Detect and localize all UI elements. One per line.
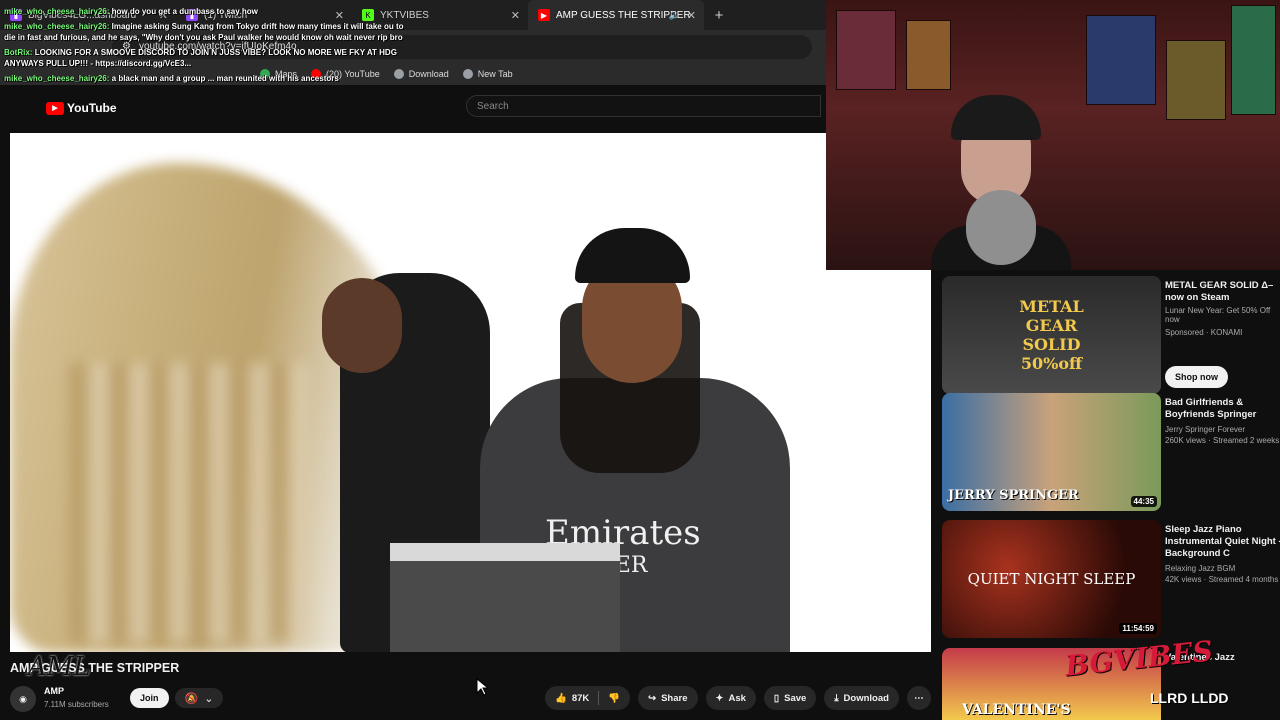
thumbs-up-icon: 👍 [555,692,567,704]
recommendation-item[interactable]: QUIET NIGHT SLEEP 11:54:59 Sleep Jazz Pi… [942,520,1280,638]
speaker-icon[interactable]: 🔈 [669,10,680,21]
sparkle-icon: ✦ [715,692,724,704]
chat-text: LOOKING FOR A SMOOVE DISCORD TO JOIN N J… [4,48,397,68]
stream-chat-overlay: mike_who_cheese_hairy26: how do you get … [4,6,404,88]
recommendation-channel: Relaxing Jazz BGM [1165,564,1236,573]
recommendation-stats: 260K views · Streamed 2 weeks [1165,436,1280,445]
duration-badge: 44:35 [1130,496,1157,507]
bookmark-icon: ▯ [773,692,780,704]
chat-user: mike_who_cheese_hairy26: [4,7,110,16]
channel-avatar[interactable]: ◉ [10,686,36,712]
search-placeholder: Search [477,101,509,112]
bookmark-new-tab[interactable]: New Tab [462,69,513,79]
join-button[interactable]: Join [130,688,169,708]
more-actions-button[interactable]: ⋯ [906,686,931,710]
tab-youtube-active[interactable]: ▶ AMP GUESS THE STRIPPER 🔈 ✕ [528,0,704,30]
chat-user: BotRix: [4,48,33,57]
chat-message: mike_who_cheese_hairy26: how do you get … [4,6,404,17]
recommendation-stats: 42K views · Streamed 4 months [1165,575,1279,584]
streamer-beanie [951,95,1041,140]
thumbnail[interactable]: JERRY SPRINGER 44:35 [942,393,1161,511]
recommendation-item[interactable]: JERRY SPRINGER 44:35 Bad Girlfriends & B… [942,393,1280,511]
wall-poster [836,10,896,90]
recommendation-stats: Lunar New Year: Get 50% Off now [1165,306,1271,324]
chat-user: mike_who_cheese_hairy26: [4,22,110,31]
recommendation-ad[interactable]: METAL GEAR SOLID 50%off METAL GEAR SOLID… [942,276,1280,394]
share-label: Share [661,692,688,704]
subscriber-count: 7.11M subscribers [44,700,109,709]
wall-poster [1086,15,1156,105]
youtube-header: ▶ YouTube Search [0,85,935,133]
chat-text: how do you get a dumbass to say how [111,7,258,16]
download-label: Download [843,692,889,704]
video-person [322,278,402,373]
wall-poster [1166,40,1226,120]
thumbnail[interactable]: METAL GEAR SOLID 50%off [942,276,1161,394]
youtube-icon: ▶ [46,101,64,115]
share-icon: ↪ [648,692,657,704]
globe-icon [462,69,473,79]
thumbnail-text: JERRY SPRINGER [948,488,1079,503]
stream-handles: LLRD LLDD [1150,690,1229,706]
recommendation-title[interactable]: Bad Girlfriends & Boyfriends Springer [1165,397,1280,421]
recommendation-channel: Jerry Springer Forever [1165,425,1246,434]
ask-label: Ask [728,692,746,704]
download-button[interactable]: ⤓ Download [824,686,899,710]
wall-poster [1231,5,1276,115]
signature-overlay: AML [28,652,91,682]
duration-badge: 11:54:59 [1119,623,1157,634]
bookmark-label: Download [408,69,449,79]
like-count: 87K [571,692,590,704]
video-actions: 👍 87K 👎 ↪ Share ✦ Ask ▯ Save ⤓ Download … [545,686,931,710]
recommendation-title[interactable]: METAL GEAR SOLID Δ– now on Steam [1165,280,1280,304]
video-frame-blur [70,363,310,643]
new-tab-button[interactable]: + [708,7,730,24]
thumbnail-text: VALENTINE'S [962,702,1071,718]
chat-text: a black man and a group ... man reunited… [111,74,339,83]
chat-message: mike_who_cheese_hairy26: Imagine asking … [4,21,404,43]
chevron-down-icon: ⌄ [204,692,214,705]
chat-user: mike_who_cheese_hairy26: [4,74,110,83]
video-box [390,543,620,652]
youtube-icon: ▶ [538,9,550,21]
video-person [575,228,690,283]
youtube-logo[interactable]: ▶ YouTube [46,101,117,115]
thumbnail[interactable]: QUIET NIGHT SLEEP 11:54:59 [942,520,1161,638]
mouse-cursor-icon [476,678,490,696]
recommendation-channel: Sponsored · KONAMI [1165,328,1243,337]
chat-message: BotRix: LOOKING FOR A SMOOVE DISCORD TO … [4,47,404,69]
webcam-overlay [826,0,1280,270]
thumbnail-text: QUIET NIGHT SLEEP [967,570,1136,588]
download-icon: ⤓ [834,692,839,704]
microphone [966,190,1036,265]
wall-poster [906,20,951,90]
close-icon[interactable]: ✕ [687,9,696,22]
more-horizontal-icon: ⋯ [914,692,924,704]
save-button[interactable]: ▯ Save [763,686,817,710]
thumbs-down-icon[interactable]: 👎 [608,693,620,704]
search-input[interactable]: Search [466,95,821,117]
chat-message: mike_who_cheese_hairy26: a black man and… [4,73,404,84]
like-button[interactable]: 👍 87K 👎 [545,686,631,710]
share-button[interactable]: ↪ Share [638,686,698,710]
avatar-icon: ◉ [19,693,27,704]
save-label: Save [784,692,807,704]
notification-bell-button[interactable]: 🔕 ⌄ [175,688,223,708]
youtube-logo-text: YouTube [67,101,117,115]
video-player[interactable]: Emirates TTER [10,133,931,652]
ask-button[interactable]: ✦ Ask [705,686,756,710]
channel-name[interactable]: AMP [44,686,64,696]
recommendation-title[interactable]: Sleep Jazz Piano Instrumental Quiet Nigh… [1165,524,1280,560]
thumbnail-text: METAL GEAR SOLID 50%off [1019,297,1084,373]
shop-now-button[interactable]: Shop now [1165,366,1228,388]
close-icon[interactable]: ✕ [511,9,520,22]
bookmark-label: New Tab [477,69,513,79]
divider [598,691,600,705]
bell-off-icon: 🔕 [184,692,199,705]
